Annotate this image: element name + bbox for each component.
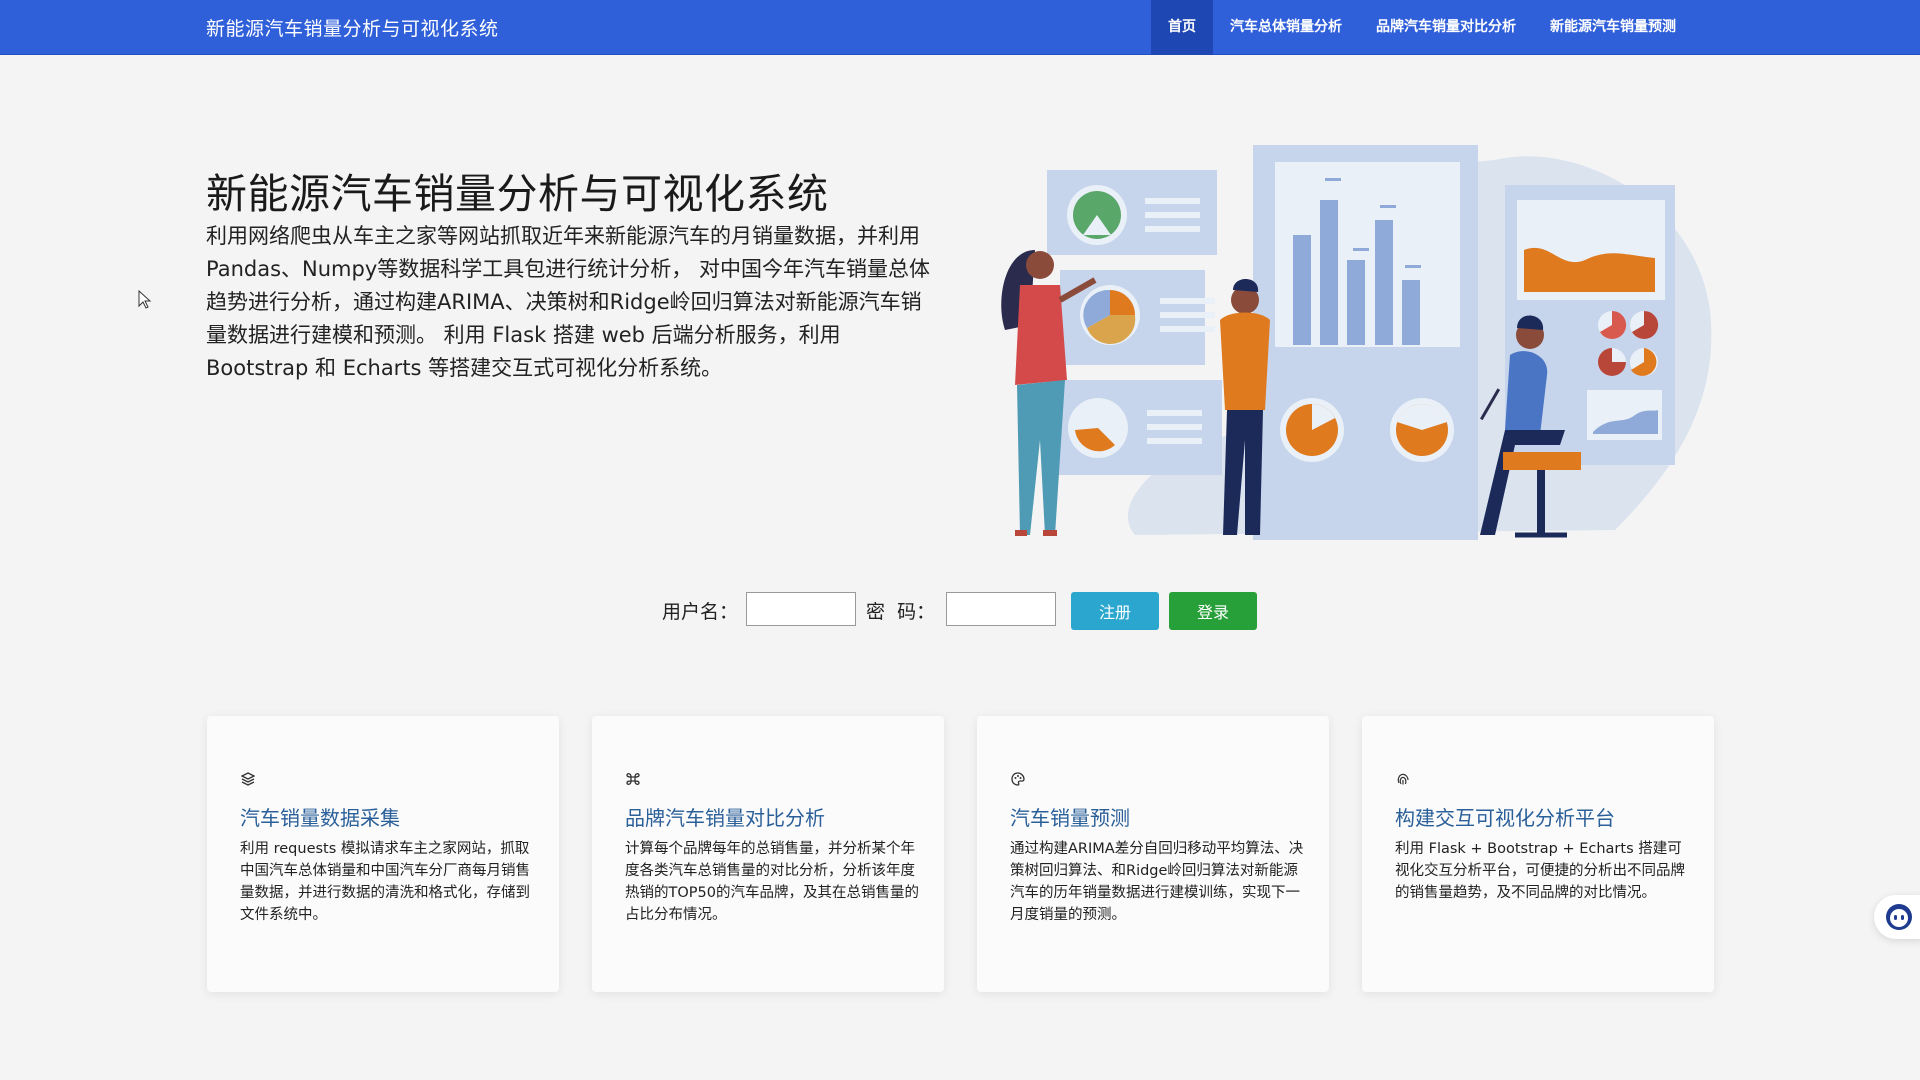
nav-item-brand-compare[interactable]: 品牌汽车销量对比分析 <box>1359 0 1533 55</box>
layers-icon <box>241 772 255 786</box>
password-input[interactable] <box>946 592 1056 626</box>
card-title: 构建交互可视化分析平台 <box>1395 806 1615 830</box>
login-button[interactable]: 登录 <box>1169 592 1257 630</box>
nav-item-sales-forecast[interactable]: 新能源汽车销量预测 <box>1533 0 1693 55</box>
top-navbar: 新能源汽车销量分析与可视化系统 首页 汽车总体销量分析 品牌汽车销量对比分析 新… <box>0 0 1920 55</box>
nav-item-overall-sales[interactable]: 汽车总体销量分析 <box>1213 0 1359 55</box>
card-description: 通过构建ARIMA差分自回归移动平均算法、决策树回归算法、和Ridge岭回归算法… <box>1010 841 1304 923</box>
card-description: 计算每个品牌每年的总销售量，并分析某个年度各类汽车总销售量的对比分析，分析该年度… <box>625 841 919 923</box>
fingerprint-icon <box>1397 773 1409 785</box>
mouse-cursor-icon <box>138 290 152 309</box>
card-description: 利用 requests 模拟请求车主之家网站，抓取中国汽车总体销量和中国汽车分厂… <box>240 841 530 923</box>
nav-menu: 首页 汽车总体销量分析 品牌汽车销量对比分析 新能源汽车销量预测 <box>1151 0 1693 55</box>
card-title: 汽车销量数据采集 <box>240 806 400 830</box>
card-title: 汽车销量预测 <box>1010 806 1130 830</box>
feature-card-sales-forecast: 汽车销量预测 通过构建ARIMA差分自回归移动平均算法、决策树回归算法、和Rid… <box>977 716 1329 992</box>
register-button[interactable]: 注册 <box>1071 592 1159 630</box>
palette-icon <box>1011 772 1025 786</box>
hero-title: 新能源汽车销量分析与可视化系统 <box>206 170 829 218</box>
hero-illustration <box>1001 145 1712 540</box>
card-title: 品牌汽车销量对比分析 <box>625 806 825 830</box>
password-label: 密 码： <box>866 601 936 623</box>
card-description: 利用 Flask + Bootstrap + Echarts 搭建可视化交互分析… <box>1395 841 1685 901</box>
hero-description: 利用网络爬虫从车主之家等网站抓取近年来新能源汽车的月销量数据，并利用Pandas… <box>206 224 930 380</box>
username-label: 用户名： <box>662 601 739 623</box>
login-bar: 用户名： 密 码： 注册 登录 <box>0 592 1920 630</box>
robot-face-icon <box>1886 904 1912 930</box>
feature-card-data-collection: 汽车销量数据采集 利用 requests 模拟请求车主之家网站，抓取中国汽车总体… <box>207 716 559 992</box>
feature-card-visual-platform: 构建交互可视化分析平台 利用 Flask + Bootstrap + Echar… <box>1362 716 1714 992</box>
nav-item-home[interactable]: 首页 <box>1151 0 1213 55</box>
feature-card-brand-compare: 品牌汽车销量对比分析 计算每个品牌每年的总销售量，并分析某个年度各类汽车总销售量… <box>592 716 944 992</box>
assistant-bubble[interactable] <box>1874 895 1920 939</box>
brand-title[interactable]: 新能源汽车销量分析与可视化系统 <box>206 14 499 41</box>
command-icon <box>626 773 640 785</box>
username-input[interactable] <box>746 592 856 626</box>
